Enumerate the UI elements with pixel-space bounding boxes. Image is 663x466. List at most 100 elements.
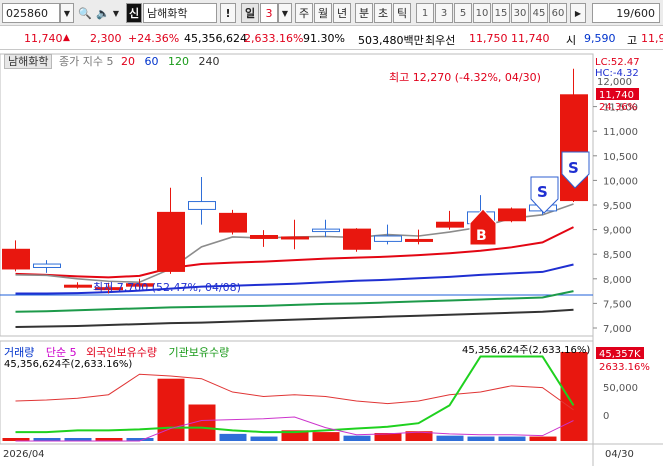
new-listing-badge: 신 (126, 3, 142, 23)
legend-ma20: 20 (120, 55, 135, 68)
volume-bar (467, 436, 495, 441)
interval-45-button[interactable]: 45 (530, 3, 548, 23)
candle-body (312, 228, 340, 233)
price-chart[interactable]: 11,50011,00010,50010,0009,5009,0008,5008… (0, 51, 663, 466)
legend-ma60: 60 (144, 55, 159, 68)
y-tick-label: 7,000 (603, 324, 632, 335)
volume-legend: 거래량 단순 5 외국인보유수량 기관보유수량 (4, 344, 229, 360)
volume-bar (498, 436, 526, 441)
candle-body (157, 211, 185, 272)
high-annotation: 최고 12,270 (-4.32%, 04/30) (389, 71, 541, 84)
volume-bar (560, 352, 588, 441)
volume-y-tick: 50,000 (603, 383, 638, 394)
best-ask-value: 11,740 (511, 32, 550, 45)
legend-simple5: 단순 5 (45, 346, 77, 359)
legend-ma240: 240 (198, 55, 220, 68)
candle-body (219, 212, 247, 233)
y-tick-label: 10,500 (603, 152, 638, 163)
svg-text:S: S (537, 183, 548, 201)
candle-body (374, 235, 402, 242)
candle-body (64, 284, 92, 288)
y-tick-label: 9,500 (603, 201, 632, 212)
volume-tag-value: 45,357K (599, 349, 641, 360)
volume-value: 45,356,624 (184, 32, 247, 45)
y-tick-label: 8,000 (603, 275, 632, 286)
volume-bar (343, 435, 371, 441)
x-axis-right-label: 04/30 (605, 449, 634, 460)
best-bid-value: 11,750 (469, 32, 508, 45)
interval-30-button[interactable]: 30 (511, 3, 529, 23)
y-tick-label: 9,000 (603, 226, 632, 237)
y-tick-label: 7,500 (603, 299, 632, 310)
volume-bar (529, 436, 557, 441)
interval-60-button[interactable]: 60 (549, 3, 567, 23)
interval-10-button[interactable]: 10 (473, 3, 491, 23)
price-change-pct: +24.36% (128, 32, 180, 45)
search-icon[interactable]: 🔍 (77, 3, 93, 23)
stock-code-text: 025860 (6, 6, 48, 20)
volume-right-annotation: 45,356,624주(2,633.16%) (462, 345, 590, 356)
chevron-down-icon[interactable]: ▼ (60, 3, 74, 23)
candle-body (343, 228, 371, 250)
interval-5-button[interactable]: 5 (454, 3, 472, 23)
period-monthly-button[interactable]: 월 (314, 3, 332, 23)
interval-3-button[interactable]: 3 (435, 3, 453, 23)
volume-bar (250, 436, 278, 441)
y-tick-label: 11,000 (603, 127, 638, 138)
chevron-down-icon[interactable]: ▼ (278, 3, 292, 23)
candle-body (498, 208, 526, 222)
speaker-icon[interactable]: 🔈 (94, 3, 112, 23)
lc-label: LC:52.47 (595, 57, 640, 68)
interval-more-button[interactable]: ▶ (570, 3, 586, 23)
svg-text:S: S (568, 159, 579, 177)
stock-name-field[interactable]: 남해화학 (143, 3, 217, 23)
x-axis-left-label: 2026/04 (3, 449, 45, 460)
svg-text:B: B (476, 228, 487, 244)
y-tick-label: 10,000 (603, 176, 638, 187)
volume-pct: 2,633.16% (244, 32, 304, 45)
stock-code-input[interactable]: 025860 (2, 3, 60, 23)
period-weekly-button[interactable]: 주 (295, 3, 313, 23)
best-bid-label: 최우선 (425, 34, 456, 47)
price-axis: 11,50011,00010,50010,0009,5009,0008,5008… (593, 103, 638, 335)
legend-stock-name[interactable]: 남해화학 (4, 54, 53, 69)
open-value: 9,590 (584, 32, 616, 45)
y-tick-top: 12,000 (597, 77, 632, 88)
period-yearly-button[interactable]: 년 (333, 3, 351, 23)
candle-body (2, 248, 30, 270)
period-value-input[interactable]: 3 (260, 3, 278, 23)
legend-foreign: 외국인보유수량 (86, 346, 157, 359)
interval-1-button[interactable]: 1 (416, 3, 434, 23)
legend-volume: 거래량 (4, 346, 35, 359)
page-counter[interactable]: 19/600 (592, 3, 660, 23)
info-button[interactable]: ! (220, 3, 236, 23)
high-label: 고 (627, 34, 638, 47)
volume-tag-pct: 2633.16% (599, 362, 650, 373)
price-change: 2,300 (90, 32, 122, 45)
period-tick-button[interactable]: 틱 (393, 3, 411, 23)
candle-body (436, 221, 464, 228)
volume-bar (312, 432, 340, 441)
candle-body (33, 263, 61, 268)
candle-body (250, 235, 278, 239)
y-tick-label: 8,500 (603, 250, 632, 261)
trade-value: 503,480백만 (358, 34, 424, 47)
period-daily-button[interactable]: 일 (241, 3, 259, 23)
high-value: 11,9 (641, 32, 663, 45)
candle-body (405, 238, 433, 242)
toolbar: 025860 ▼ 🔍 🔈 ▼ 신 남해화학 ! 일 3 ▼ 주 월 년 분 초 … (0, 0, 663, 26)
legend-institution: 기관보유수량 (168, 346, 230, 359)
chevron-down-icon[interactable]: ▼ (111, 3, 121, 23)
period-second-button[interactable]: 초 (374, 3, 392, 23)
price-tag-pct: 24.36% (599, 102, 637, 113)
legend-ma120: 120 (167, 55, 189, 68)
volume-bar (219, 433, 247, 441)
volume-left-annotation: 45,356,624주(2,633.16%) (4, 359, 132, 370)
candle-body (188, 201, 216, 210)
interval-15-button[interactable]: 15 (492, 3, 510, 23)
quote-bar: 11,740 ▲ 2,300 +24.36% 45,356,624 2,633.… (0, 27, 663, 50)
period-minute-button[interactable]: 분 (355, 3, 373, 23)
volume-bar (436, 435, 464, 441)
ratio-value: 91.30% (303, 32, 345, 45)
low-annotation: 최저 7,700 (52.47%, 04/08) (93, 281, 241, 294)
